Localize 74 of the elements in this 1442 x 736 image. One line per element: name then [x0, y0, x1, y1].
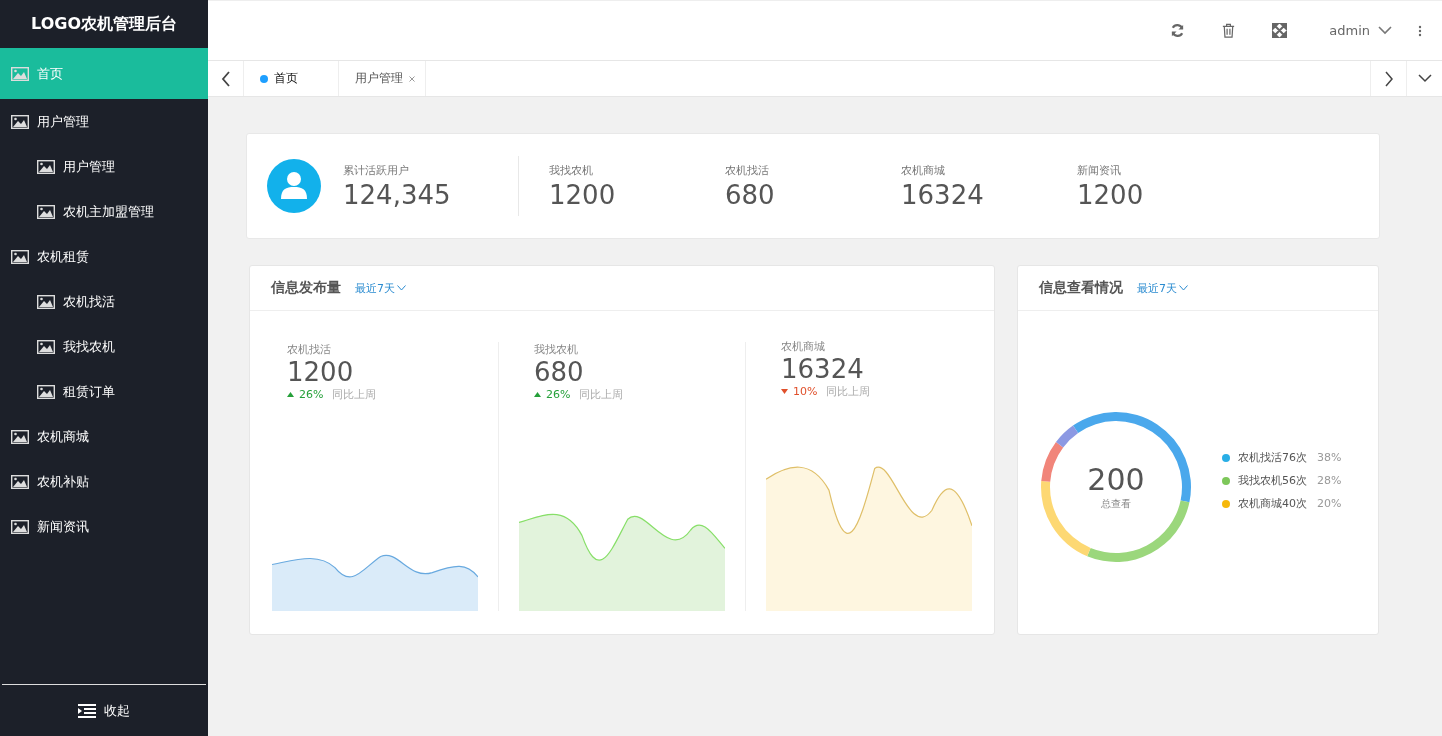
stat-label: 农机商城	[901, 162, 946, 178]
chevron-down-icon	[1417, 74, 1432, 83]
sidebar-item[interactable]: 用户管理	[0, 99, 208, 144]
page-tab[interactable]: 首页	[244, 61, 339, 96]
image-icon	[37, 159, 55, 174]
change-percent: 10%	[793, 385, 818, 398]
legend-label: 我找农机56次	[1238, 473, 1307, 488]
sidebar-subitem[interactable]: 用户管理	[0, 144, 208, 189]
legend-percent: 38%	[1317, 451, 1342, 464]
image-icon	[37, 204, 55, 219]
change-percent: 26%	[299, 388, 324, 401]
image-icon	[11, 519, 29, 534]
total-label: 总查看	[1101, 497, 1131, 511]
compare-label: 同比上周	[332, 387, 377, 402]
stat-label: 我找农机	[549, 162, 594, 178]
image-icon	[37, 339, 55, 354]
collapse-button[interactable]: 收起	[2, 684, 206, 736]
panel-title: 信息发布量	[271, 279, 341, 297]
range-dropdown[interactable]: 最近7天	[1137, 280, 1188, 296]
stat-value: 680	[725, 179, 776, 210]
sidebar-item[interactable]: 农机商城	[0, 414, 208, 459]
stat-value: 1200	[1077, 179, 1145, 210]
compare-label: 同比上周	[826, 384, 871, 399]
sidebar-subitem[interactable]: 农机找活	[0, 279, 208, 324]
chevron-left-icon	[220, 70, 231, 87]
app-logo: LOGO农机管理后台	[30, 12, 178, 35]
image-icon	[11, 474, 29, 489]
legend-label: 农机找活76次	[1238, 450, 1307, 465]
panel-title: 信息查看情况	[1039, 279, 1123, 297]
compare-label: 同比上周	[579, 387, 624, 402]
trash-icon[interactable]	[1221, 23, 1237, 38]
sidebar-item[interactable]: 新闻资讯	[0, 504, 208, 549]
more-icon[interactable]	[1418, 24, 1422, 37]
stat-value: 124,345	[343, 179, 452, 210]
range-dropdown[interactable]: 最近7天	[355, 280, 406, 296]
active-dot-icon	[260, 74, 268, 83]
image-icon	[11, 429, 29, 444]
total-value: 200	[1087, 462, 1145, 497]
sidebar-item[interactable]: 农机补贴	[0, 459, 208, 504]
stat-label: 农机找活	[725, 162, 770, 178]
sidebar-item[interactable]: 农机租赁	[0, 234, 208, 279]
image-icon	[11, 114, 29, 129]
close-icon[interactable]	[409, 75, 415, 82]
legend-percent: 20%	[1317, 497, 1342, 510]
chevron-right-icon	[1383, 70, 1394, 87]
indent-icon	[78, 703, 96, 718]
stat-value: 16324	[901, 179, 985, 210]
user-menu[interactable]: admin	[1323, 22, 1398, 39]
image-icon	[11, 249, 29, 264]
metric-value: 16324	[781, 354, 865, 384]
sidebar-subitem[interactable]: 农机主加盟管理	[0, 189, 208, 234]
chevron-down-icon	[397, 285, 406, 291]
change-percent: 26%	[546, 388, 571, 401]
metric-label: 农机商城	[781, 339, 826, 354]
stat-label: 累计活跃用户	[343, 162, 410, 178]
image-icon	[37, 294, 55, 309]
stat-value: 1200	[549, 179, 617, 210]
refresh-icon[interactable]	[1170, 23, 1186, 38]
fullscreen-icon[interactable]	[1272, 23, 1288, 38]
user-avatar-icon	[267, 159, 321, 213]
metric-label: 我找农机	[534, 342, 579, 357]
stat-label: 新闻资讯	[1077, 162, 1122, 178]
legend-label: 农机商城40次	[1238, 496, 1307, 511]
chevron-down-icon	[1378, 26, 1392, 35]
legend-percent: 28%	[1317, 474, 1342, 487]
sidebar-subitem[interactable]: 我找农机	[0, 324, 208, 369]
page-tab[interactable]: 用户管理	[339, 61, 426, 96]
image-icon	[11, 66, 29, 81]
metric-value: 680	[534, 357, 585, 387]
metric-label: 农机找活	[287, 342, 332, 357]
sidebar-subitem[interactable]: 租赁订单	[0, 369, 208, 414]
metric-value: 1200	[287, 357, 355, 387]
image-icon	[37, 384, 55, 399]
chevron-down-icon	[1179, 285, 1188, 291]
